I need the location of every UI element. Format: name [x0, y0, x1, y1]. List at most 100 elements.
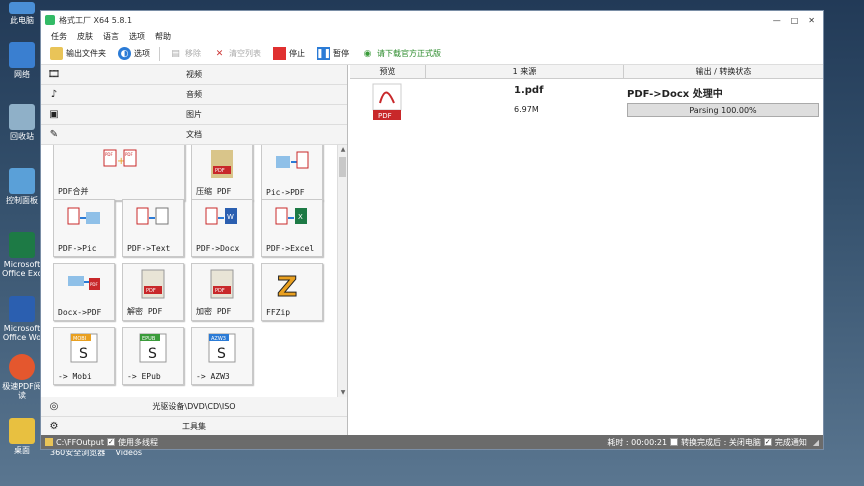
after-done-checkbox[interactable] — [670, 438, 679, 446]
clear-list-label: 清空列表 — [229, 49, 261, 58]
stop-button[interactable]: 停止 — [270, 46, 308, 61]
category-tools[interactable]: ⚙ 工具集 — [41, 417, 347, 437]
title-bar[interactable]: 格式工厂 X64 5.8.1 — □ ✕ — [41, 11, 823, 29]
menu-options[interactable]: 选项 — [129, 31, 145, 42]
category-document[interactable]: ✎ 文档 — [41, 125, 347, 145]
pdf-to-text-icon — [136, 207, 169, 225]
desktop-icon-label: 桌面 — [14, 446, 30, 455]
remove-button[interactable]: ▤ 移除 — [166, 46, 204, 61]
task-status: PDF->Docx 处理中 — [627, 89, 723, 100]
scroll-thumb[interactable] — [339, 157, 346, 177]
tile-to-azw3[interactable]: AZW3 S -> AZW3 — [191, 327, 253, 385]
control-panel-icon — [9, 168, 35, 194]
task-file-size: 6.97M — [514, 105, 539, 114]
desktop-icon-word[interactable]: Microsoft Office Wo — [2, 296, 42, 342]
desktop-icon-control-panel[interactable]: 控制面板 — [2, 168, 42, 205]
pdf-reader-icon — [9, 354, 35, 380]
encrypt-pdf-icon: PDF — [210, 269, 234, 299]
scroll-up-icon[interactable]: ▲ — [338, 146, 347, 153]
multithread-checkbox[interactable]: ✓ — [106, 438, 115, 446]
menu-bar: 任务 皮肤 语言 选项 帮助 — [41, 29, 823, 43]
options-label: 选项 — [134, 49, 150, 58]
desktop-icon-desktop-folder[interactable]: 桌面 — [2, 418, 42, 455]
download-label: 请下载官方正式版 — [377, 49, 441, 58]
tile-pdf-merge[interactable]: PDF + PDF PDF合并 — [53, 145, 185, 201]
download-official-link[interactable]: ◉ 请下载官方正式版 — [358, 46, 444, 61]
progress-text: Parsing 100.00% — [689, 105, 757, 115]
tile-pdf-to-docx[interactable]: W PDF->Docx — [191, 199, 253, 257]
svg-text:S: S — [148, 346, 157, 362]
task-row[interactable]: PDF 1.pdf 6.97M PDF->Docx 处理中 Parsing 10… — [350, 79, 823, 129]
tile-label: PDF->Excel — [266, 244, 315, 253]
column-preview[interactable]: 预览 — [350, 65, 426, 78]
clear-list-button[interactable]: ✕ 清空列表 — [210, 46, 264, 61]
tools-scrollbar[interactable]: ▲ ▼ — [337, 145, 347, 397]
tile-to-epub[interactable]: EPUB S -> EPub — [122, 327, 184, 385]
desktop-icon-label: 回收站 — [10, 132, 34, 141]
desktop-icon-label: 极速PDF阅读 — [2, 382, 42, 400]
menu-skin[interactable]: 皮肤 — [77, 31, 93, 42]
tile-pdf-to-excel[interactable]: X PDF->Excel — [261, 199, 323, 257]
category-video[interactable]: 🎞 视频 — [41, 65, 347, 85]
desktop-icon-recycle-bin[interactable]: 回收站 — [2, 104, 42, 141]
desktop-icon-this-pc[interactable]: 此电脑 — [2, 2, 42, 25]
category-optical-disc[interactable]: ◎ 光驱设备\DVD\CD\ISO — [41, 397, 347, 417]
close-button[interactable]: ✕ — [808, 16, 815, 25]
tile-label: 压缩 PDF — [196, 187, 232, 196]
desktop-icon-pdf-reader[interactable]: 极速PDF阅读 — [2, 354, 42, 400]
tile-label: PDF合并 — [58, 187, 89, 196]
pdf-merge-icon: PDF + PDF — [103, 149, 137, 167]
tile-docx-to-pdf[interactable]: PDF Docx->PDF — [53, 263, 115, 321]
tile-compress-pdf[interactable]: PDF 压缩 PDF — [191, 145, 253, 201]
tile-label: 加密 PDF — [196, 307, 232, 316]
svg-text:PDF: PDF — [105, 152, 113, 157]
svg-text:PDF: PDF — [215, 288, 225, 294]
notify-label: 完成通知 — [774, 437, 807, 447]
svg-text:W: W — [227, 213, 234, 221]
pdf-file-icon: PDF — [372, 83, 402, 120]
tile-to-mobi[interactable]: MOBI S -> Mobi — [53, 327, 115, 385]
minimize-button[interactable]: — — [773, 16, 781, 25]
tile-pdf-to-pic[interactable]: PDF->Pic — [53, 199, 115, 257]
category-image[interactable]: ▣ 图片 — [41, 105, 347, 125]
tile-encrypt-pdf[interactable]: PDF 加密 PDF — [191, 263, 253, 321]
maximize-button[interactable]: □ — [791, 16, 799, 25]
menu-language[interactable]: 语言 — [103, 31, 119, 42]
window-title: 格式工厂 X64 5.8.1 — [59, 15, 133, 25]
task-progress-bar: Parsing 100.00% — [627, 103, 819, 117]
menu-task[interactable]: 任务 — [51, 31, 67, 42]
resize-grip-icon[interactable]: ◢ — [813, 438, 819, 447]
tile-pdf-to-text[interactable]: PDF->Text — [122, 199, 184, 257]
tile-ffzip[interactable]: Z FFZip — [261, 263, 323, 321]
pause-label: 暂停 — [333, 49, 349, 58]
folder-icon — [50, 47, 63, 60]
desktop-icon-excel[interactable]: Microsoft Office Exc — [2, 232, 42, 278]
pdf-to-word-icon: W — [205, 207, 237, 225]
options-icon: ◐ — [118, 47, 131, 60]
notify-checkbox[interactable]: ✓ — [763, 438, 772, 446]
svg-text:X: X — [298, 213, 303, 221]
pdf-to-excel-icon: X — [275, 207, 307, 225]
output-path[interactable]: C:\FFOutput — [56, 438, 104, 447]
zip-icon: Z — [277, 270, 298, 303]
svg-text:EPUB: EPUB — [142, 336, 156, 342]
menu-help[interactable]: 帮助 — [155, 31, 171, 42]
pause-button[interactable]: ❚❚ 暂停 — [314, 46, 352, 61]
network-icon — [9, 42, 35, 68]
category-label: 图片 — [186, 110, 202, 119]
tile-label: PDF->Pic — [58, 244, 97, 253]
epub-icon: EPUB S — [139, 333, 167, 363]
azw3-icon: AZW3 S — [208, 333, 236, 363]
column-source[interactable]: 1 来源 — [426, 65, 624, 78]
options-button[interactable]: ◐ 选项 — [115, 46, 153, 61]
output-folder-button[interactable]: 输出文件夹 — [47, 46, 109, 61]
category-label: 工具集 — [182, 422, 206, 431]
tile-label: -> Mobi — [58, 372, 92, 381]
desktop-icon-network[interactable]: 网络 — [2, 42, 42, 79]
column-output-status[interactable]: 输出 / 转换状态 — [624, 65, 823, 78]
svg-text:PDF: PDF — [90, 282, 98, 287]
tile-decrypt-pdf[interactable]: PDF 解密 PDF — [122, 263, 184, 321]
category-audio[interactable]: ♪ 音频 — [41, 85, 347, 105]
scroll-down-icon[interactable]: ▼ — [338, 389, 347, 396]
tile-pic-to-pdf[interactable]: Pic->PDF — [261, 145, 323, 201]
